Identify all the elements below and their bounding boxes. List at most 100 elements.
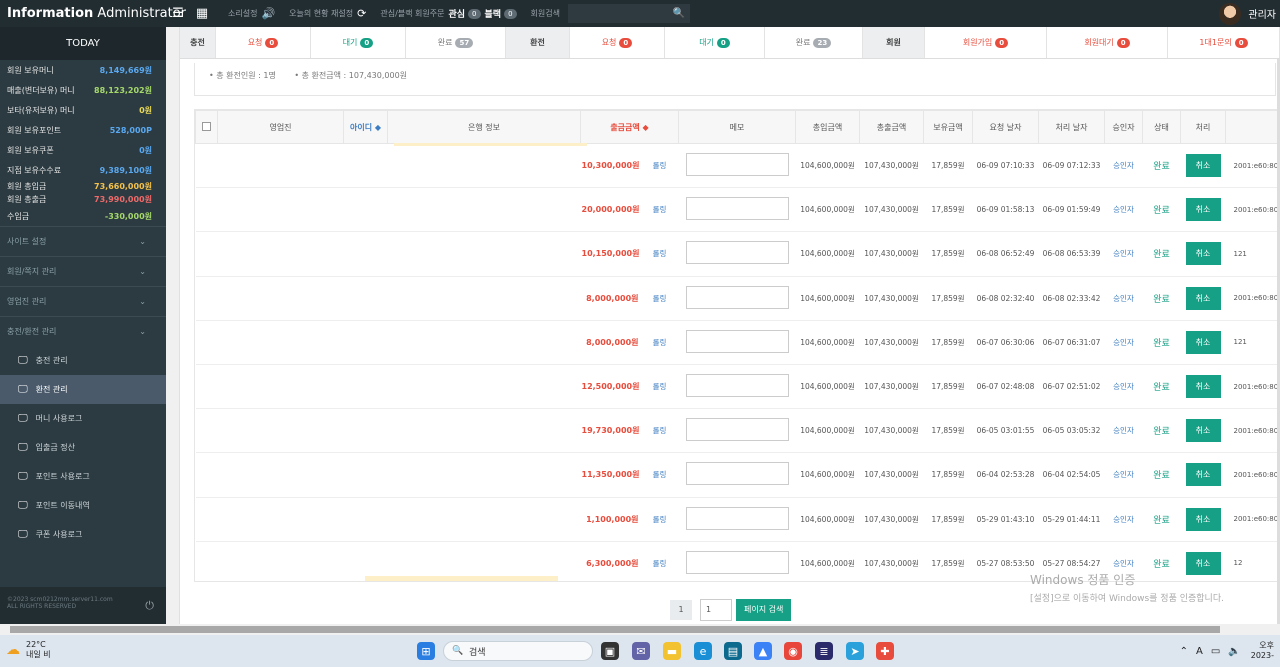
memo-input[interactable] <box>685 462 789 486</box>
approver-link[interactable]: 승인자 <box>1104 497 1143 542</box>
agent-cell <box>217 408 344 454</box>
tab-5[interactable]: 요청 0 <box>570 27 665 58</box>
sidebar-item-6[interactable]: 🖵 쿠폰 사용로그 <box>0 520 166 549</box>
tab-6[interactable]: 대기 0 <box>665 27 765 58</box>
approver-link[interactable]: 승인자 <box>1104 231 1143 277</box>
chrome-icon[interactable]: ◉ <box>784 642 802 660</box>
notepad-icon[interactable]: ≣ <box>815 642 833 660</box>
sidebar-menu-0[interactable]: 사이트 설정 ⌄ <box>0 226 166 256</box>
memo-input[interactable] <box>685 506 789 530</box>
sound-setting[interactable]: 소리설정 🔊 <box>228 7 275 20</box>
cancel-button[interactable]: 취소 <box>1185 330 1221 354</box>
sidebar-item-3[interactable]: 🖵 입출금 정산 <box>0 433 166 462</box>
tab-7[interactable]: 완료 23 <box>765 27 863 58</box>
rolling-link[interactable]: 롤링 <box>640 143 679 189</box>
hamburger-menu-icon[interactable]: ☰ <box>166 6 190 21</box>
watch-black-orders[interactable]: 관심/블랙 회원주문 관심 0 블랙 0 <box>380 7 517 20</box>
memo-input[interactable] <box>685 153 789 177</box>
teams-icon[interactable]: ✉ <box>632 642 650 660</box>
edge-icon[interactable]: e <box>694 642 712 660</box>
store-icon[interactable]: ▤ <box>724 642 742 660</box>
task-view-icon[interactable]: ▣ <box>601 642 619 660</box>
tab-1[interactable]: 요청 0 <box>216 27 311 58</box>
file-explorer-icon[interactable]: ▬ <box>663 642 681 660</box>
windows-start-icon[interactable]: ⊞ <box>417 642 435 660</box>
rolling-link[interactable]: 롤링 <box>640 408 679 454</box>
column-header[interactable]: 출금금액 ◆ <box>579 110 680 144</box>
sidebar-item-5[interactable]: 🖵 포인트 이동내역 <box>0 491 166 520</box>
ime-icon[interactable]: A <box>1196 646 1203 657</box>
scrollbar-thumb[interactable] <box>10 626 1220 633</box>
app-icon[interactable]: ▲ <box>754 642 772 660</box>
tab-10[interactable]: 회원대기 0 <box>1047 27 1168 58</box>
cancel-button[interactable]: 취소 <box>1185 242 1221 266</box>
rolling-link[interactable]: 롤링 <box>640 497 679 542</box>
tab-3[interactable]: 완료 57 <box>406 27 506 58</box>
cancel-button[interactable]: 취소 <box>1185 463 1221 487</box>
sidebar-menu-3[interactable]: 충전/환전 관리 ⌄ <box>0 316 166 346</box>
approver-link[interactable]: 승인자 <box>1104 276 1143 321</box>
chevron-up-icon[interactable]: ⌃ <box>1180 646 1188 657</box>
approver-link[interactable]: 승인자 <box>1104 320 1143 365</box>
volume-icon[interactable]: 🔈 <box>1228 646 1240 657</box>
user-menu[interactable]: 관리자 <box>1219 0 1276 27</box>
weather-widget[interactable]: ☁ 22°C 내일 비 <box>6 640 51 660</box>
memo-input[interactable] <box>685 374 789 398</box>
reset-today-status[interactable]: 오늘의 현황 재설정 ⟳ <box>289 7 366 20</box>
sidebar-menu-1[interactable]: 회원/쪽지 관리 ⌄ <box>0 256 166 286</box>
column-header: 처리 날자 <box>1038 110 1106 144</box>
bank-cell <box>387 452 581 498</box>
sidebar-menu-2[interactable]: 영업진 관리 ⌄ <box>0 286 166 316</box>
grid-icon[interactable]: ▦ <box>190 6 214 21</box>
sidebar-item-4[interactable]: 🖵 포인트 사용로그 <box>0 462 166 491</box>
cancel-button[interactable]: 취소 <box>1185 375 1221 399</box>
cancel-button[interactable]: 취소 <box>1185 198 1221 222</box>
cancel-button[interactable]: 취소 <box>1185 419 1221 443</box>
approver-link[interactable]: 승인자 <box>1104 452 1143 498</box>
rolling-link[interactable]: 롤링 <box>640 364 679 410</box>
approver-link[interactable]: 승인자 <box>1104 187 1143 233</box>
cancel-button[interactable]: 취소 <box>1185 507 1221 531</box>
display-icon[interactable]: ▭ <box>1211 646 1220 657</box>
approver-link[interactable]: 승인자 <box>1104 408 1143 454</box>
cancel-button[interactable]: 취소 <box>1185 154 1221 178</box>
rolling-link[interactable]: 롤링 <box>640 231 679 277</box>
memo-input[interactable] <box>685 241 789 265</box>
cancel-button[interactable]: 취소 <box>1185 286 1221 310</box>
clock[interactable]: 오후 2023- <box>1251 641 1274 661</box>
tab-9[interactable]: 회원가입 0 <box>925 27 1047 58</box>
rolling-link[interactable]: 롤링 <box>640 187 679 233</box>
memo-input[interactable] <box>685 329 789 353</box>
bank-cell <box>387 187 581 233</box>
approver-link[interactable]: 승인자 <box>1104 364 1143 410</box>
search-icon[interactable]: 🔍 <box>673 8 685 19</box>
page-input[interactable]: 1 <box>700 599 732 621</box>
rolling-link[interactable]: 롤링 <box>640 320 679 365</box>
rolling-link[interactable]: 롤링 <box>640 276 679 321</box>
approver-link[interactable]: 승인자 <box>1104 143 1143 189</box>
page-search-button[interactable]: 페이지 검색 <box>736 599 792 621</box>
withdrawal-table: 영업진 아이디 ◆ 은행 정보 출금금액 ◆ 메모 총입금액 총출금액 보유금액 요청 날자 처리… <box>194 109 1280 582</box>
rolling-link[interactable]: 롤링 <box>640 541 679 581</box>
tab-11[interactable]: 1대1문의 0 <box>1168 27 1280 58</box>
sidebar-item-0[interactable]: 🖵 충전 관리 <box>0 346 166 375</box>
sidebar-item-1[interactable]: 🖵 환전 관리 <box>0 375 166 404</box>
tool-icon[interactable]: ✚ <box>876 642 894 660</box>
tab-2[interactable]: 대기 0 <box>311 27 406 58</box>
ip-cell: 2001:e60:8018:10 <box>1225 364 1279 410</box>
column-header[interactable]: 아이디 ◆ <box>343 110 388 144</box>
memo-input[interactable] <box>685 550 789 574</box>
sidebar-item-2[interactable]: 🖵 머니 사용로그 <box>0 404 166 433</box>
member-search-input[interactable]: 🔍 <box>567 4 690 23</box>
memo-input[interactable] <box>685 418 789 442</box>
memo-input[interactable] <box>685 285 789 309</box>
telegram-icon[interactable]: ➤ <box>846 642 864 660</box>
brand-logo[interactable]: Information Administrator <box>0 6 186 21</box>
page-button[interactable]: 1 <box>670 600 692 620</box>
power-icon[interactable]: ⏻ <box>145 599 154 613</box>
rolling-link[interactable]: 롤링 <box>640 452 679 498</box>
horizontal-scrollbar[interactable] <box>0 624 1280 635</box>
taskbar-search[interactable]: 🔍 검색 <box>443 641 593 661</box>
memo-input[interactable] <box>685 197 789 221</box>
select-all-checkbox[interactable] <box>202 121 211 131</box>
